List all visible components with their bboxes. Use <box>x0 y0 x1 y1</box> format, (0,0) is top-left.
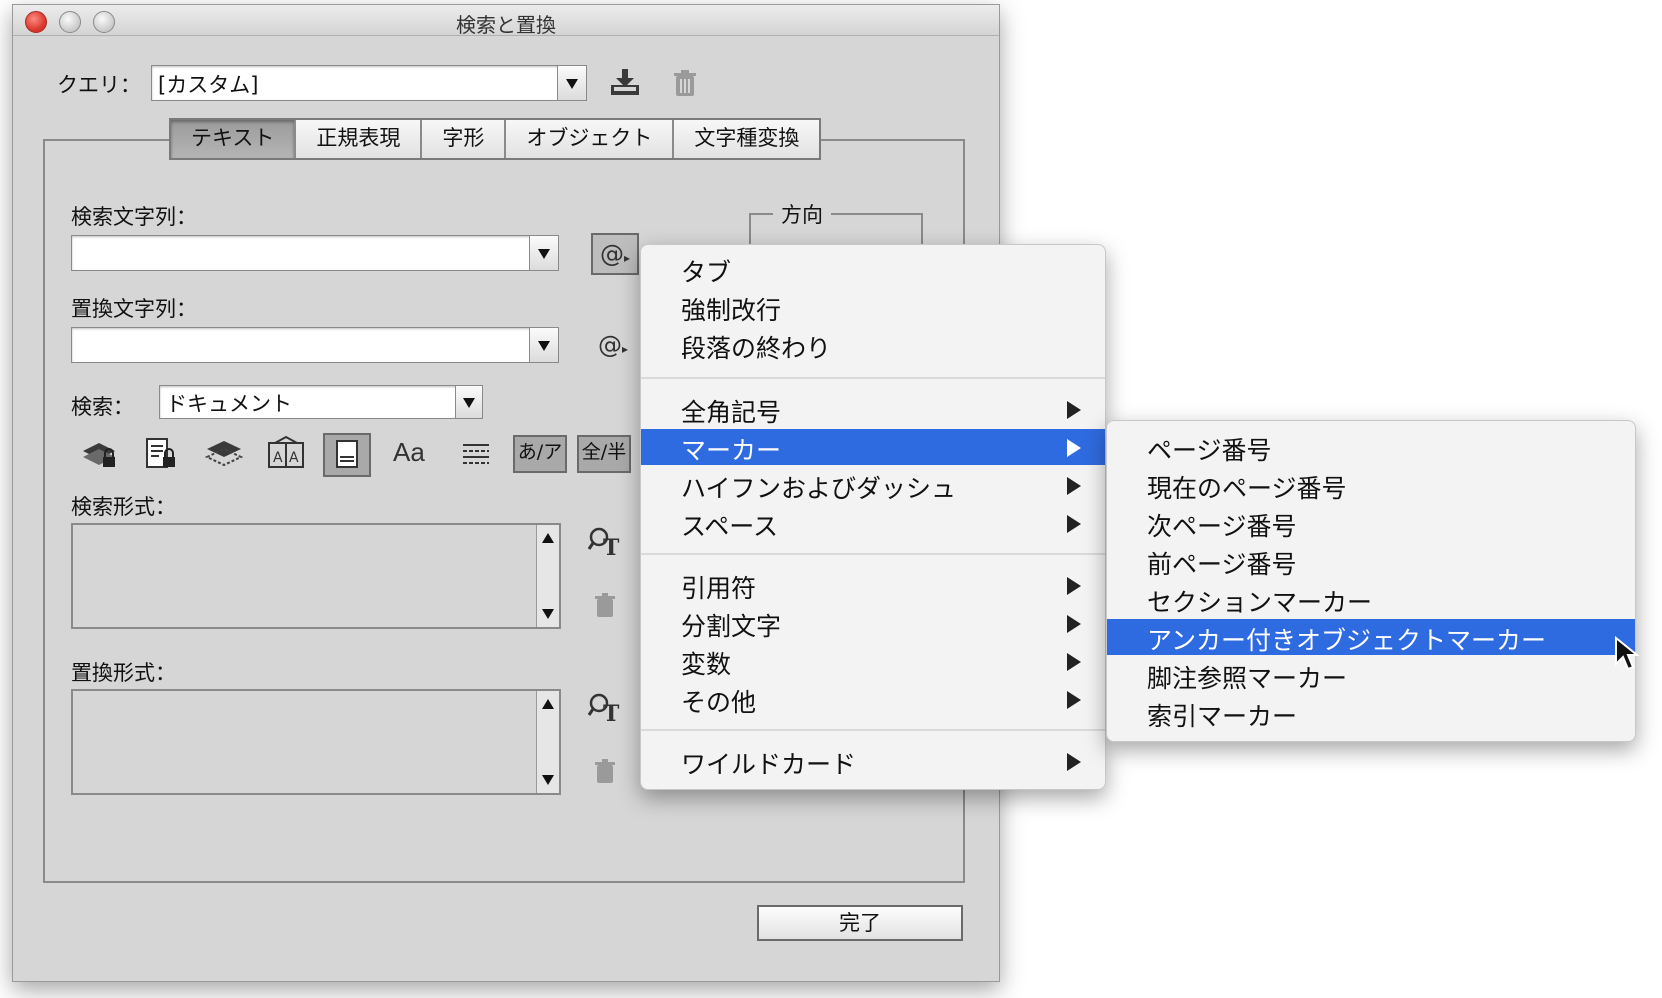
search-scope-label: 検索： <box>71 395 134 419</box>
special-characters-menu: タブ 強制改行 段落の終わり 全角記号 マーカー ハイフンおよびダッシュ スペー… <box>640 244 1106 790</box>
search-scope-select[interactable]: ドキュメント <box>159 385 483 419</box>
menu-item-markers[interactable]: マーカー <box>641 429 1105 465</box>
specify-find-format-icon[interactable]: T <box>587 525 623 559</box>
menu-separator <box>641 553 1105 555</box>
find-label: 検索文字列： <box>71 205 197 229</box>
menu-separator <box>641 729 1105 731</box>
scroll-up-icon[interactable] <box>542 533 554 543</box>
tab-text[interactable]: テキスト <box>171 120 297 158</box>
query-label: クエリ： <box>57 73 141 97</box>
menu-item-hyphens-dashes[interactable]: ハイフンおよびダッシュ <box>641 467 1105 503</box>
include-locked-layers-icon[interactable] <box>81 437 119 471</box>
scroll-down-icon[interactable] <box>542 775 554 785</box>
done-button[interactable]: 完了 <box>757 905 963 941</box>
clear-find-format-icon[interactable] <box>593 593 617 619</box>
at-sign-icon: @ <box>597 331 622 359</box>
find-format-label: 検索形式： <box>71 495 176 519</box>
case-sensitive-toggle[interactable]: Aa <box>393 437 425 468</box>
direction-label: 方向 <box>773 199 831 229</box>
submenu-arrow-icon <box>1067 477 1081 495</box>
width-sensitive-toggle[interactable]: 全/半 <box>577 435 631 473</box>
svg-text:A: A <box>273 450 283 466</box>
special-characters-find-button[interactable]: @▸ <box>591 233 639 275</box>
find-format-box[interactable] <box>71 523 561 629</box>
scroll-down-icon[interactable] <box>542 609 554 619</box>
menu-item-index-marker[interactable]: 索引マーカー <box>1107 695 1635 731</box>
markers-submenu: ページ番号 現在のページ番号 次ページ番号 前ページ番号 セクションマーカー ア… <box>1106 420 1636 742</box>
save-query-icon[interactable] <box>607 67 643 99</box>
scroll-up-icon[interactable] <box>542 699 554 709</box>
submenu-arrow-icon <box>1067 653 1081 671</box>
window-title: 検索と置換 <box>456 13 556 37</box>
menu-item-section-marker[interactable]: セクションマーカー <box>1107 581 1635 617</box>
replace-format-scrollbar[interactable] <box>536 691 559 793</box>
menu-item-tab[interactable]: タブ <box>641 251 1105 287</box>
whole-word-icon[interactable] <box>459 439 493 469</box>
menu-item-current-page-number[interactable]: ページ番号 <box>1107 429 1635 465</box>
footnote-icon <box>336 440 358 468</box>
menu-item-other[interactable]: その他 <box>641 681 1105 717</box>
clear-replace-format-icon[interactable] <box>593 759 617 785</box>
kana-sensitive-toggle[interactable]: あ/ア <box>513 435 567 473</box>
replace-label: 置換文字列： <box>71 297 197 321</box>
include-locked-stories-icon[interactable] <box>143 437 181 471</box>
special-characters-replace-button[interactable]: @▸ <box>593 327 633 363</box>
menu-item-footnote-reference-marker[interactable]: 脚注参照マーカー <box>1107 657 1635 693</box>
title-bar: 検索と置換 <box>13 5 999 37</box>
query-select[interactable]: [カスタム] <box>151 65 587 101</box>
include-hidden-layers-icon[interactable] <box>205 437 243 471</box>
trash-icon[interactable] <box>671 69 699 99</box>
menu-item-previous-page-number[interactable]: 前ページ番号 <box>1107 543 1635 579</box>
submenu-arrow-icon <box>1067 515 1081 533</box>
menu-item-current-page-number-alt[interactable]: 現在のページ番号 <box>1107 467 1635 503</box>
query-value: [カスタム] <box>158 73 259 97</box>
submenu-arrow-icon <box>1067 615 1081 633</box>
menu-item-anchored-object-marker[interactable]: アンカー付きオブジェクトマーカー <box>1107 619 1635 655</box>
tab-grep[interactable]: 正規表現 <box>296 120 423 158</box>
chevron-down-icon[interactable] <box>529 236 558 270</box>
tab-transliterate[interactable]: 文字種変換 <box>674 120 820 158</box>
replace-format-label: 置換形式： <box>71 661 176 685</box>
svg-text:T: T <box>603 701 620 725</box>
include-master-pages-icon[interactable]: A A <box>267 435 305 471</box>
tab-bar: テキスト 正規表現 字形 オブジェクト 文字種変換 <box>169 118 822 160</box>
find-input[interactable] <box>71 235 559 271</box>
menu-item-wildcards[interactable]: ワイルドカード <box>641 743 1105 779</box>
menu-separator <box>641 377 1105 379</box>
submenu-arrow-icon <box>1067 439 1081 457</box>
chevron-down-icon[interactable] <box>557 66 586 100</box>
submenu-arrow-icon <box>1067 753 1081 771</box>
menu-item-break-character[interactable]: 分割文字 <box>641 605 1105 641</box>
menu-item-white-space[interactable]: スペース <box>641 505 1105 541</box>
tab-glyph[interactable]: 字形 <box>422 120 507 158</box>
at-sign-icon: @ <box>599 240 624 268</box>
replace-format-box[interactable] <box>71 689 561 795</box>
mouse-cursor-icon <box>1615 636 1640 671</box>
submenu-arrow-icon <box>1067 691 1081 709</box>
svg-text:T: T <box>603 535 620 559</box>
find-format-scrollbar[interactable] <box>536 525 559 627</box>
tab-object[interactable]: オブジェクト <box>506 120 675 158</box>
replace-input[interactable] <box>71 327 559 363</box>
specify-replace-format-icon[interactable]: T <box>587 691 623 725</box>
submenu-arrow-icon <box>1067 401 1081 419</box>
menu-item-end-of-paragraph[interactable]: 段落の終わり <box>641 327 1105 363</box>
menu-item-forced-line-break[interactable]: 強制改行 <box>641 289 1105 325</box>
menu-item-symbols[interactable]: 全角記号 <box>641 391 1105 427</box>
menu-item-variable[interactable]: 変数 <box>641 643 1105 679</box>
svg-text:A: A <box>289 450 299 466</box>
menu-item-next-page-number[interactable]: 次ページ番号 <box>1107 505 1635 541</box>
include-footnotes-toggle[interactable] <box>323 433 371 477</box>
chevron-down-icon[interactable] <box>529 328 558 362</box>
chevron-down-icon[interactable] <box>455 386 482 418</box>
search-scope-value: ドキュメント <box>166 392 292 416</box>
menu-item-quotation-marks[interactable]: 引用符 <box>641 567 1105 603</box>
submenu-arrow-icon <box>1067 577 1081 595</box>
